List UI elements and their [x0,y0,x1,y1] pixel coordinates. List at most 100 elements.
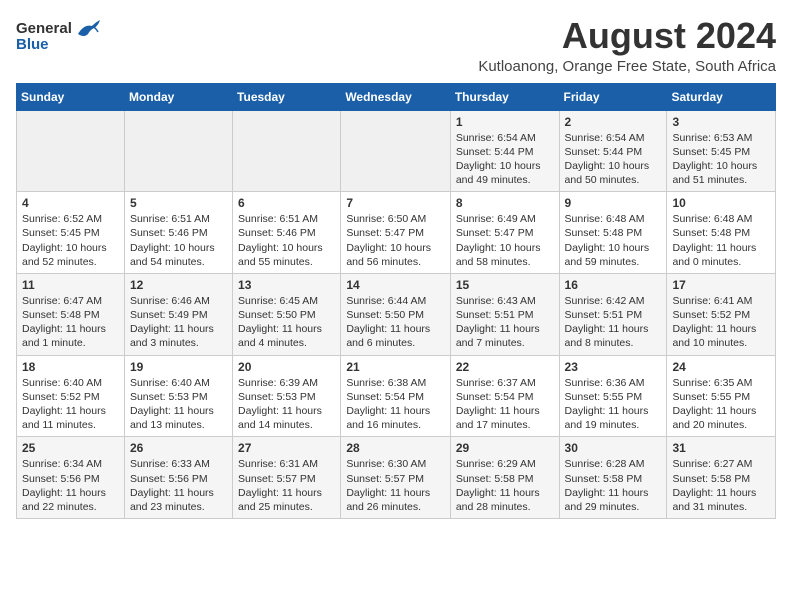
logo-general: General [16,20,72,37]
day-info: Sunrise: 6:43 AMSunset: 5:51 PMDaylight:… [456,294,554,351]
logo-blue: Blue [16,36,49,53]
calendar-cell: 13Sunrise: 6:45 AMSunset: 5:50 PMDayligh… [233,273,341,355]
header-wednesday: Wednesday [341,83,451,110]
calendar-cell: 15 Sunrise: 6:43 AMSunset: 5:51 PMDayligh… [450,273,559,355]
day-number: 20 [238,360,335,374]
day-info: Sunrise: 6:41 AMSunset: 5:52 PMDaylight:… [672,294,770,351]
calendar-cell: 28 Sunrise: 6:30 AMSunset: 5:57 PMDayligh… [341,437,451,519]
calendar-cell: 21Sunrise: 6:38 AMSunset: 5:54 PMDayligh… [341,355,451,437]
logo-bird-icon [74,16,102,40]
calendar-cell: 7 Sunrise: 6:50 AMSunset: 5:47 PMDaylight… [341,192,451,274]
day-number: 11 [22,278,119,292]
day-number: 10 [672,196,770,210]
day-number: 22 [456,360,554,374]
calendar-table: SundayMondayTuesdayWednesdayThursdayFrid… [16,83,776,519]
calendar-cell: 24 Sunrise: 6:35 AMSunset: 5:55 PMDayligh… [667,355,776,437]
calendar-cell: 22Sunrise: 6:37 AMSunset: 5:54 PMDayligh… [450,355,559,437]
calendar-header: SundayMondayTuesdayWednesdayThursdayFrid… [17,83,776,110]
header-tuesday: Tuesday [233,83,341,110]
day-info: Sunrise: 6:51 AMSunset: 5:46 PMDaylight:… [130,212,227,269]
day-number: 8 [456,196,554,210]
page-title: August 2024 [478,16,776,56]
day-number: 14 [346,278,445,292]
day-info: Sunrise: 6:46 AMSunset: 5:49 PMDaylight:… [130,294,227,351]
calendar-cell: 6 Sunrise: 6:51 AMSunset: 5:46 PMDaylight… [233,192,341,274]
day-info: Sunrise: 6:54 AMSunset: 5:44 PMDaylight:… [565,131,662,188]
day-number: 17 [672,278,770,292]
day-number: 18 [22,360,119,374]
header-thursday: Thursday [450,83,559,110]
page-subtitle: Kutloanong, Orange Free State, South Afr… [478,58,776,75]
day-info: Sunrise: 6:42 AMSunset: 5:51 PMDaylight:… [565,294,662,351]
day-info: Sunrise: 6:52 AMSunset: 5:45 PMDaylight:… [22,212,119,269]
calendar-cell: 4 Sunrise: 6:52 AMSunset: 5:45 PMDaylight… [17,192,125,274]
calendar-cell: 5 Sunrise: 6:51 AMSunset: 5:46 PMDaylight… [124,192,232,274]
day-info: Sunrise: 6:35 AMSunset: 5:55 PMDaylight:… [672,376,770,433]
page-header: General Blue August 2024 Kutloanong, Ora… [16,16,776,75]
calendar-cell: 25 Sunrise: 6:34 AMSunset: 5:56 PMDayligh… [17,437,125,519]
calendar-cell: 11 Sunrise: 6:47 AMSunset: 5:48 PMDayligh… [17,273,125,355]
day-info: Sunrise: 6:40 AMSunset: 5:52 PMDaylight:… [22,376,119,433]
day-info: Sunrise: 6:50 AMSunset: 5:47 PMDaylight:… [346,212,445,269]
day-number: 6 [238,196,335,210]
day-number: 2 [565,115,662,129]
day-info: Sunrise: 6:30 AMSunset: 5:57 PMDaylight:… [346,457,445,514]
day-info: Sunrise: 6:49 AMSunset: 5:47 PMDaylight:… [456,212,554,269]
week-row-2: 4 Sunrise: 6:52 AMSunset: 5:45 PMDaylight… [17,192,776,274]
title-block: August 2024 Kutloanong, Orange Free Stat… [478,16,776,75]
calendar-cell: 9 Sunrise: 6:48 AMSunset: 5:48 PMDaylight… [559,192,667,274]
calendar-cell: 27Sunrise: 6:31 AMSunset: 5:57 PMDayligh… [233,437,341,519]
calendar-cell: 19 Sunrise: 6:40 AMSunset: 5:53 PMDayligh… [124,355,232,437]
day-info: Sunrise: 6:36 AMSunset: 5:55 PMDaylight:… [565,376,662,433]
day-info: Sunrise: 6:40 AMSunset: 5:53 PMDaylight:… [130,376,227,433]
day-info: Sunrise: 6:34 AMSunset: 5:56 PMDaylight:… [22,457,119,514]
calendar-cell: 23Sunrise: 6:36 AMSunset: 5:55 PMDayligh… [559,355,667,437]
calendar-cell [233,110,341,192]
week-row-3: 11 Sunrise: 6:47 AMSunset: 5:48 PMDayligh… [17,273,776,355]
calendar-cell: 8 Sunrise: 6:49 AMSunset: 5:47 PMDaylight… [450,192,559,274]
calendar-cell: 14Sunrise: 6:44 AMSunset: 5:50 PMDayligh… [341,273,451,355]
day-number: 9 [565,196,662,210]
day-number: 24 [672,360,770,374]
calendar-cell: 30Sunrise: 6:28 AMSunset: 5:58 PMDayligh… [559,437,667,519]
calendar-cell [341,110,451,192]
calendar-cell [124,110,232,192]
week-row-5: 25 Sunrise: 6:34 AMSunset: 5:56 PMDayligh… [17,437,776,519]
day-info: Sunrise: 6:28 AMSunset: 5:58 PMDaylight:… [565,457,662,514]
calendar-cell: 18 Sunrise: 6:40 AMSunset: 5:52 PMDayligh… [17,355,125,437]
day-number: 21 [346,360,445,374]
week-row-1: 1Sunrise: 6:54 AMSunset: 5:44 PMDaylight… [17,110,776,192]
day-info: Sunrise: 6:27 AMSunset: 5:58 PMDaylight:… [672,457,770,514]
day-number: 25 [22,441,119,455]
logo: General Blue [16,16,102,53]
day-number: 16 [565,278,662,292]
day-number: 4 [22,196,119,210]
day-number: 31 [672,441,770,455]
calendar-cell: 12Sunrise: 6:46 AMSunset: 5:49 PMDayligh… [124,273,232,355]
day-number: 28 [346,441,445,455]
day-number: 3 [672,115,770,129]
calendar-cell: 17 Sunrise: 6:41 AMSunset: 5:52 PMDayligh… [667,273,776,355]
day-number: 26 [130,441,227,455]
day-info: Sunrise: 6:53 AMSunset: 5:45 PMDaylight:… [672,131,770,188]
day-info: Sunrise: 6:47 AMSunset: 5:48 PMDaylight:… [22,294,119,351]
day-info: Sunrise: 6:45 AMSunset: 5:50 PMDaylight:… [238,294,335,351]
calendar-cell: 3 Sunrise: 6:53 AMSunset: 5:45 PMDaylight… [667,110,776,192]
day-number: 7 [346,196,445,210]
day-info: Sunrise: 6:51 AMSunset: 5:46 PMDaylight:… [238,212,335,269]
calendar-cell: 26Sunrise: 6:33 AMSunset: 5:56 PMDayligh… [124,437,232,519]
day-number: 19 [130,360,227,374]
day-number: 5 [130,196,227,210]
day-number: 15 [456,278,554,292]
day-info: Sunrise: 6:54 AMSunset: 5:44 PMDaylight:… [456,131,554,188]
day-info: Sunrise: 6:48 AMSunset: 5:48 PMDaylight:… [565,212,662,269]
calendar-cell: 1Sunrise: 6:54 AMSunset: 5:44 PMDaylight… [450,110,559,192]
day-info: Sunrise: 6:48 AMSunset: 5:48 PMDaylight:… [672,212,770,269]
calendar-cell: 20Sunrise: 6:39 AMSunset: 5:53 PMDayligh… [233,355,341,437]
calendar-cell [17,110,125,192]
day-number: 29 [456,441,554,455]
calendar-cell: 16 Sunrise: 6:42 AMSunset: 5:51 PMDayligh… [559,273,667,355]
calendar-cell: 31 Sunrise: 6:27 AMSunset: 5:58 PMDayligh… [667,437,776,519]
header-friday: Friday [559,83,667,110]
week-row-4: 18 Sunrise: 6:40 AMSunset: 5:52 PMDayligh… [17,355,776,437]
